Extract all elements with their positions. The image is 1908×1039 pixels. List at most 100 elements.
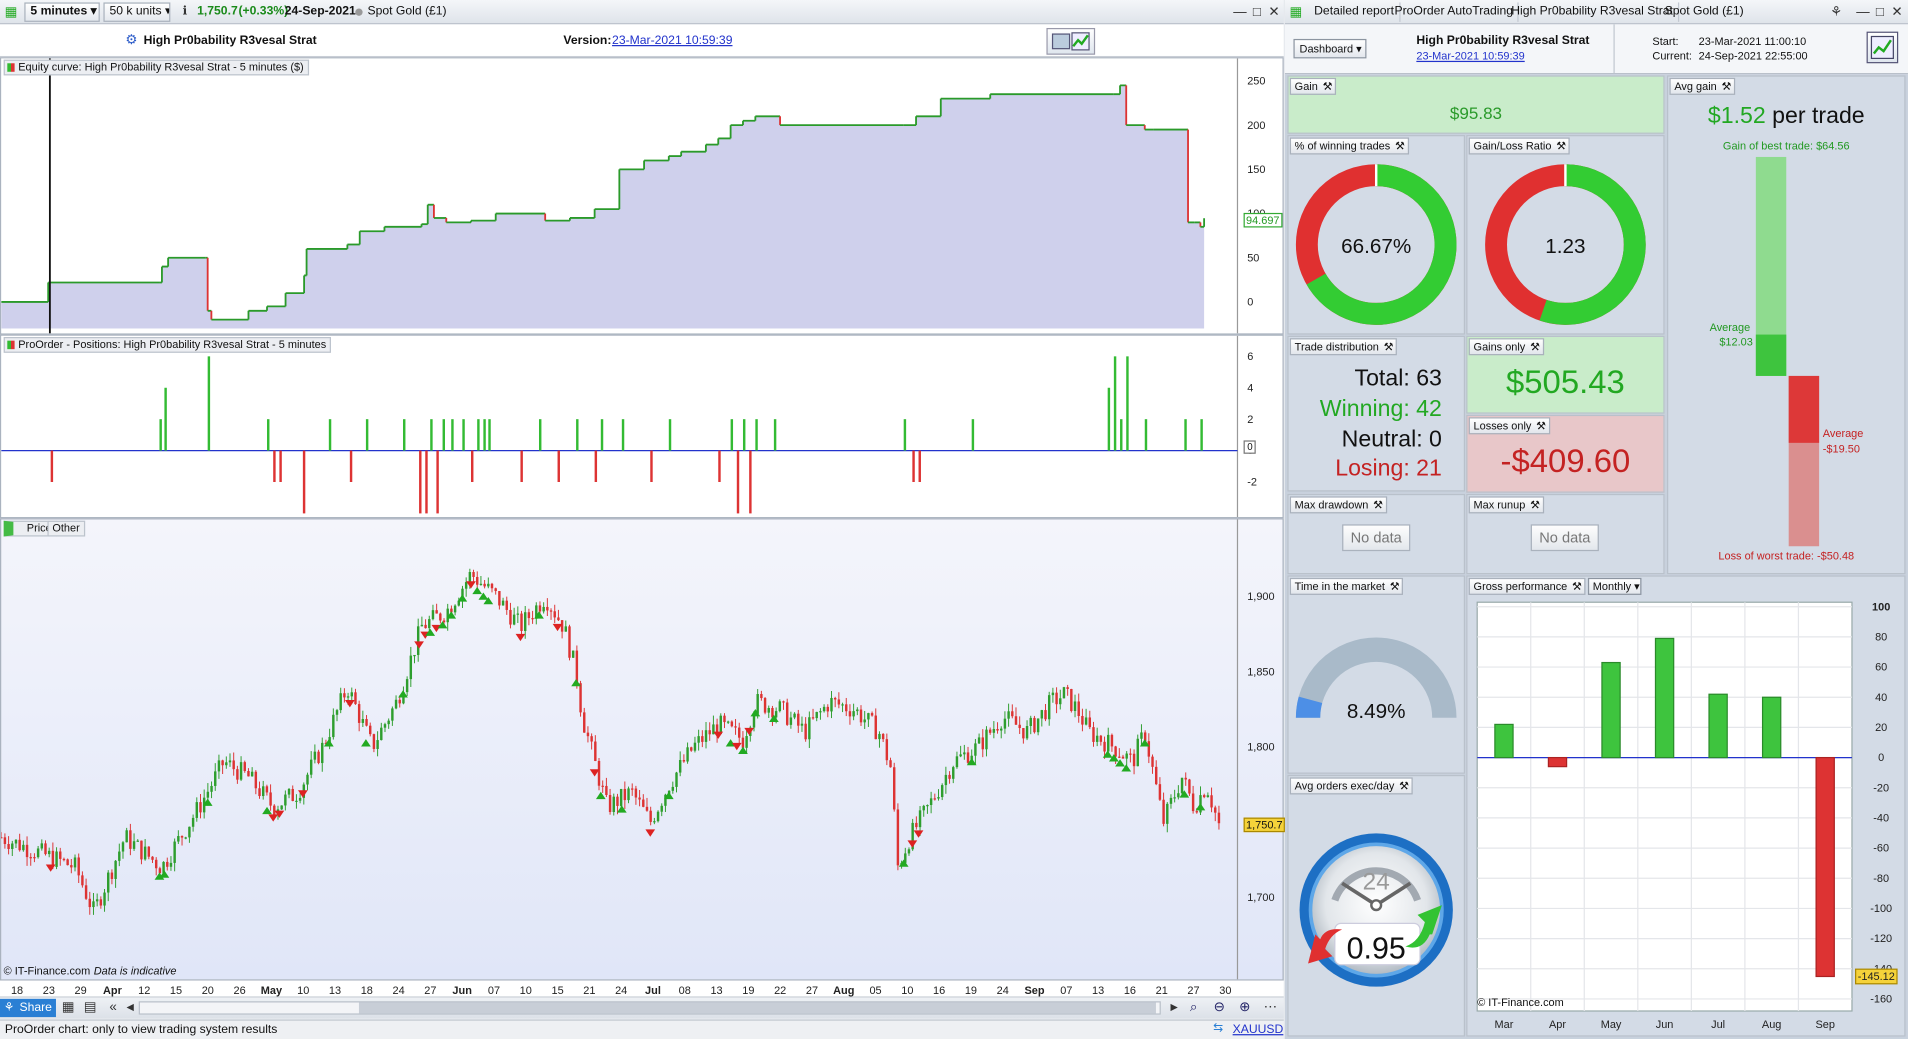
price-candle-body [99, 899, 103, 906]
max-drawdown-box: Max drawdown No data [1287, 493, 1466, 575]
scroll-track[interactable] [138, 1001, 1161, 1015]
report-tab-strategy[interactable]: High Pr0bability R3vesal Strat [1506, 2, 1679, 22]
sell-arrow-icon [744, 727, 755, 736]
share-button[interactable]: ⚘ Share [0, 998, 56, 1018]
trade-distribution-title[interactable]: Trade distribution [1289, 338, 1398, 356]
symbol-link[interactable]: XAUUSD [1233, 1023, 1284, 1036]
price-candle-body [1107, 734, 1110, 752]
report-close-icon[interactable]: ✕ [1888, 4, 1905, 21]
price-candle-body [1177, 793, 1180, 798]
price-candle-body [453, 605, 457, 613]
price-candle-body [590, 736, 593, 742]
max-drawdown-title[interactable]: Max drawdown [1289, 496, 1387, 514]
position-bar [50, 450, 54, 482]
price-candle-body [136, 840, 139, 842]
report-icon[interactable] [1046, 27, 1096, 55]
export-icon[interactable]: ▤ [82, 999, 99, 1016]
report-maximize-icon[interactable]: □ [1871, 4, 1888, 21]
max-runup-title[interactable]: Max runup [1468, 496, 1544, 514]
price-candle-body [44, 843, 47, 855]
price-candle-body [29, 857, 32, 859]
other-tab[interactable]: Other [47, 520, 85, 537]
gross-y-tick: -100 [1870, 903, 1892, 915]
time-axis-label: 18 [360, 984, 373, 997]
price-change: (+0.33%) [238, 4, 289, 19]
losses-only-title[interactable]: Losses only [1468, 417, 1550, 435]
share-icon: ⚘ [3, 1001, 15, 1015]
report-tab-instrument[interactable]: Spot Gold (£1) [1660, 2, 1749, 21]
price-candle-body [1210, 795, 1213, 808]
timeframe-select[interactable]: 5 minutes ▾ [24, 2, 100, 22]
price-candle-body [1118, 756, 1121, 758]
strategy-icon: ⚙ [125, 32, 138, 48]
gain-loss-ratio-title[interactable]: Gain/Loss Ratio [1468, 137, 1570, 155]
price-candle-body [225, 762, 228, 766]
gain-title[interactable]: Gain [1289, 77, 1337, 95]
gross-performance-title[interactable]: Gross performance [1468, 577, 1586, 595]
price-candle-body [815, 711, 818, 719]
maximize-icon[interactable]: □ [1248, 4, 1265, 21]
price-candle-body [103, 892, 106, 906]
scroll-right-icon[interactable]: ▶ [1166, 999, 1183, 1016]
candle-chart-icon[interactable]: ▦ [2, 4, 19, 21]
table-icon[interactable]: ▦ [60, 999, 77, 1016]
price-candle-body [601, 785, 604, 787]
close-icon[interactable]: ✕ [1265, 4, 1282, 21]
zoom-out-icon[interactable]: ⊖ [1211, 999, 1228, 1016]
price-candle-body [848, 711, 852, 717]
avg-orders-title[interactable]: Avg orders exec/day [1289, 777, 1413, 795]
price-candle-body [1022, 728, 1025, 739]
units-select[interactable]: 50 k units ▾ [103, 2, 171, 22]
report-tab-detailed[interactable]: Detailed report [1309, 2, 1401, 22]
position-bar [520, 450, 523, 482]
scroll-back-icon[interactable]: « [105, 999, 122, 1016]
position-bar [971, 419, 975, 451]
price-candle-body [992, 729, 996, 733]
info-icon[interactable]: ℹ [176, 4, 193, 21]
price-candle-body [95, 899, 99, 902]
price-candle-body [236, 769, 239, 780]
price-candle-body [1184, 777, 1187, 780]
equity-y-tick: 0 [1247, 297, 1253, 309]
buy-arrow-icon [595, 791, 606, 800]
report-chart-button[interactable] [1866, 31, 1899, 64]
minimize-icon[interactable]: — [1231, 4, 1248, 21]
price-candle-body [254, 771, 258, 789]
price-candle-body [317, 751, 320, 764]
scroll-left-icon[interactable]: ◀ [122, 999, 139, 1016]
gains-only-title[interactable]: Gains only [1468, 338, 1544, 356]
price-candle-body [918, 810, 922, 828]
price-candle-body [723, 715, 726, 723]
positions-y-tick: -2 [1247, 477, 1257, 489]
price-candle-body [1206, 795, 1210, 798]
report-minimize-icon[interactable]: — [1854, 4, 1871, 21]
avg-loss-value: -$19.50 [1822, 442, 1860, 456]
scroll-thumb[interactable] [358, 1002, 1156, 1014]
price-candle-body [309, 759, 313, 775]
positions-y-tick: 6 [1247, 351, 1253, 363]
equity-panel-title[interactable]: Equity curve: High Pr0bability R3vesal S… [3, 59, 309, 76]
price-candle-body [121, 842, 125, 852]
price-candle-body [889, 760, 892, 768]
price-candle-body [258, 788, 261, 797]
period-select[interactable]: Monthly ▾ [1587, 577, 1642, 595]
report-strategy-date[interactable]: 23-Mar-2021 10:59:39 [1416, 50, 1524, 62]
version-date-link[interactable]: 23-Mar-2021 10:59:39 [612, 34, 732, 47]
dashboard-select[interactable]: Dashboard ▾ [1293, 38, 1367, 59]
price-candle-body [77, 857, 80, 876]
price-candle-body [926, 804, 929, 807]
time-axis-label: 07 [487, 984, 501, 997]
positions-panel-title[interactable]: ProOrder - Positions: High Pr0bability R… [3, 336, 332, 353]
price-candle-body [261, 786, 265, 797]
more-tools-icon[interactable]: ⋯ [1262, 999, 1279, 1016]
share-window-icon[interactable]: ⚘ [1828, 4, 1845, 21]
time-in-market-title[interactable]: Time in the market [1289, 577, 1404, 595]
price-candle-body [531, 618, 534, 620]
zoom-area-icon[interactable]: ⌕ [1185, 999, 1202, 1016]
zoom-in-icon[interactable]: ⊕ [1236, 999, 1253, 1016]
position-bar [1113, 356, 1117, 451]
report-tab-autotrading[interactable]: ProOrder AutoTrading [1390, 2, 1520, 22]
time-axis-label: 21 [583, 984, 596, 997]
avg-gain-title[interactable]: Avg gain [1669, 77, 1736, 95]
winning-trades-title[interactable]: % of winning trades [1289, 137, 1409, 155]
